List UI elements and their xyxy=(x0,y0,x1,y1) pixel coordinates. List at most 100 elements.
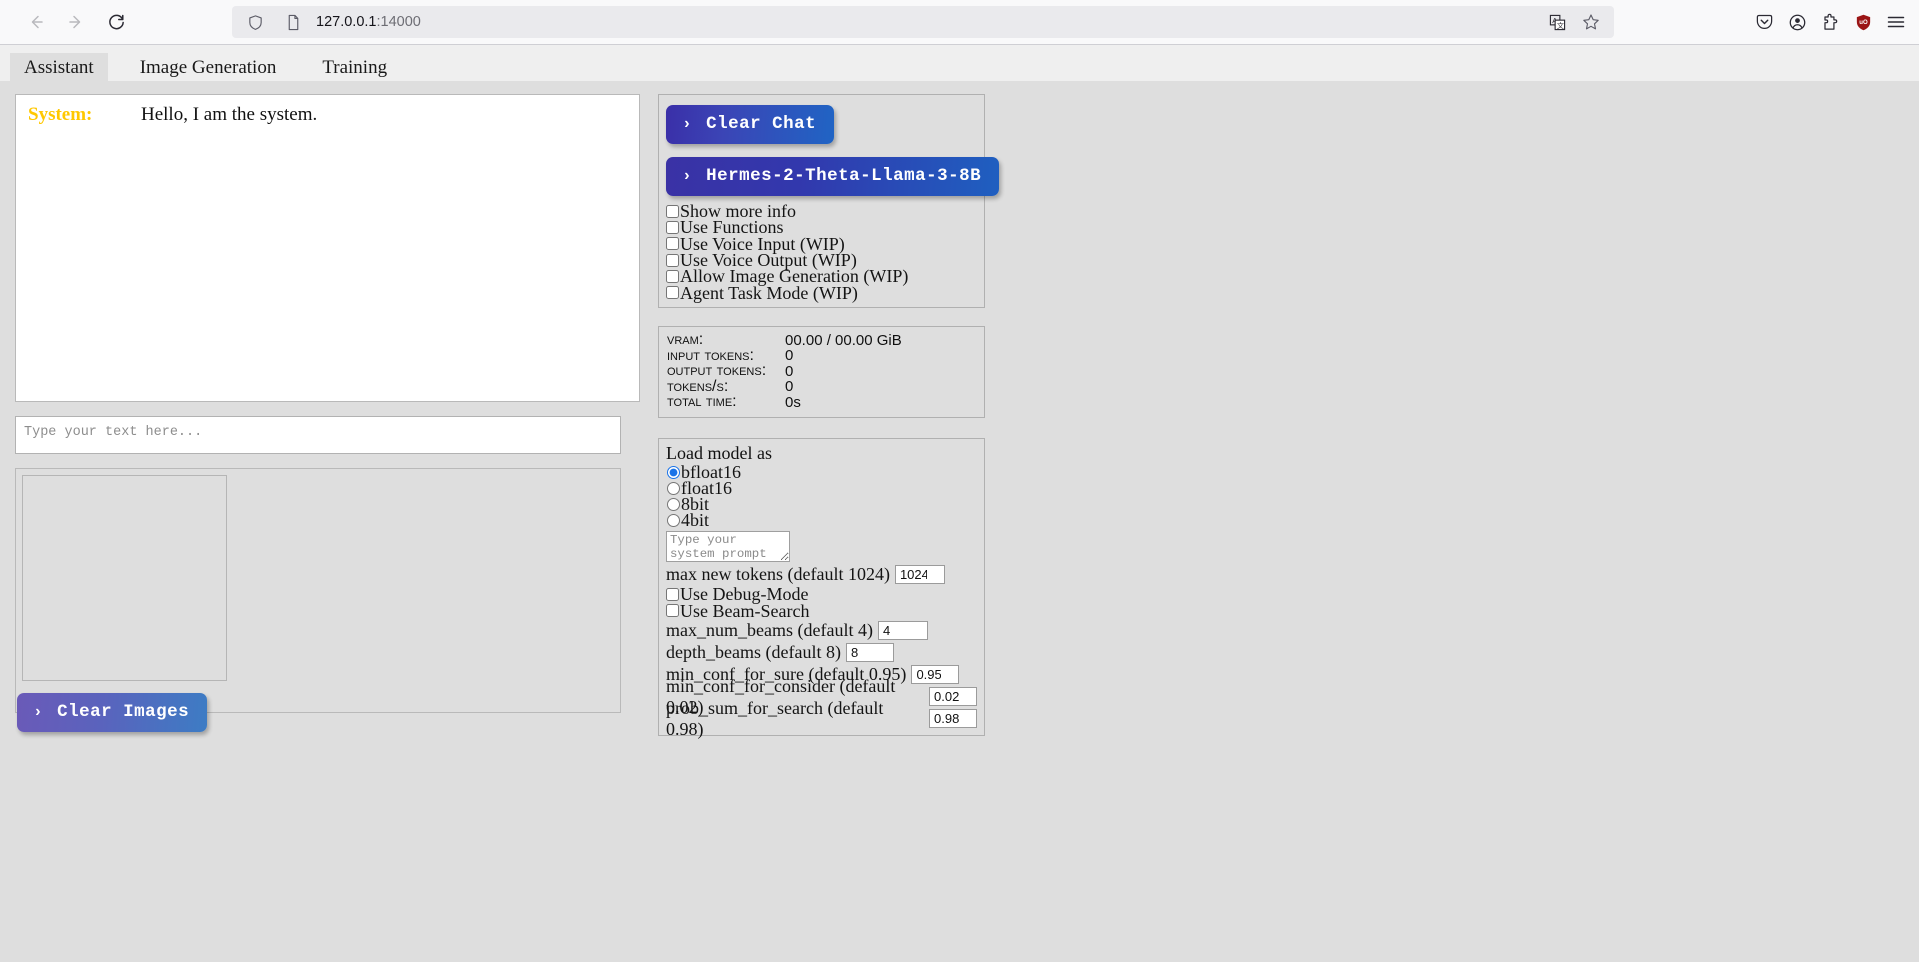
option-agent-task-mode-checkbox[interactable] xyxy=(666,286,679,300)
chevron-right-icon: › xyxy=(33,703,44,721)
translate-icon[interactable]: A文 xyxy=(1542,7,1572,37)
param-prob-sum-for-search: prob_sum_for_search (default 0.98) xyxy=(666,698,977,739)
precision-4bit-label[interactable]: 4bit xyxy=(681,510,709,531)
page-icon[interactable] xyxy=(278,7,308,37)
param-max-num-beams-input[interactable] xyxy=(877,621,928,641)
option-use-voice-input-checkbox[interactable] xyxy=(666,237,679,251)
url-host: 127.0.0.1 xyxy=(316,14,377,30)
forward-arrow-icon xyxy=(67,13,85,31)
page-root: Assistant Image Generation Training Syst… xyxy=(0,45,1919,962)
param-depth-beams: depth_beams (default 8) xyxy=(666,642,977,663)
chat-message-text: Hello, I am the system. xyxy=(141,104,318,125)
clear-chat-label: Clear Chat xyxy=(706,114,817,134)
chat-message: System: Hello, I am the system. xyxy=(28,104,627,126)
stat-vram-value: 00.00 / 00.00 GiB xyxy=(785,331,902,349)
conversation-column: System: Hello, I am the system. › Clear … xyxy=(0,94,640,736)
controls-panel: › Clear Chat › Hermes-2-Theta-Llama-3-8B… xyxy=(658,94,1000,308)
option-use-functions-checkbox[interactable] xyxy=(666,220,679,234)
model-name-label: Hermes-2-Theta-Llama-3-8B xyxy=(706,166,982,186)
stat-vram: Vram: 00.00 / 00.00 GiB xyxy=(667,331,976,349)
precision-4bit[interactable]: 4bit xyxy=(666,510,977,531)
precision-4bit-radio[interactable] xyxy=(667,513,680,527)
stat-total-time: Total Time: 0s xyxy=(667,393,976,411)
stat-output-tokens: Output Tokens: 0 xyxy=(667,362,976,380)
tab-image-generation-label: Image Generation xyxy=(139,57,277,78)
chat-speaker-label: System: xyxy=(28,104,93,125)
hamburger-menu-icon[interactable] xyxy=(1881,7,1911,37)
shield-icon[interactable] xyxy=(240,7,270,37)
stat-tokens-per-second-value: 0 xyxy=(785,378,794,396)
tab-training[interactable]: Training xyxy=(308,53,401,85)
tab-bar: Assistant Image Generation Training xyxy=(0,45,1919,85)
back-arrow-icon xyxy=(27,13,45,31)
option-show-more-info-checkbox[interactable] xyxy=(666,204,679,218)
option-allow-image-generation-checkbox[interactable] xyxy=(666,269,679,283)
clear-chat-button[interactable]: › Clear Chat xyxy=(666,105,835,144)
svg-text:uO: uO xyxy=(1859,19,1868,26)
precision-bfloat16-radio[interactable] xyxy=(667,465,680,479)
tab-assistant[interactable]: Assistant xyxy=(10,53,108,85)
settings-column: › Clear Chat › Hermes-2-Theta-Llama-3-8B… xyxy=(640,94,1000,739)
load-model-panel: Load model as bfloat16 float16 8bit 4bit xyxy=(658,438,985,739)
load-model-title: Load model as xyxy=(666,443,772,464)
param-prob-sum-for-search-label: prob_sum_for_search (default 0.98) xyxy=(666,697,884,739)
option-agent-task-mode[interactable]: Agent Task Mode (WIP) xyxy=(666,284,977,302)
star-icon[interactable] xyxy=(1576,7,1606,37)
param-max-num-beams-label: max_num_beams (default 4) xyxy=(666,620,873,641)
pocket-icon[interactable] xyxy=(1749,7,1779,37)
url-text[interactable]: 127.0.0.1:14000 xyxy=(316,14,1534,30)
param-use-beam-search-checkbox[interactable] xyxy=(666,604,679,618)
clear-images-label: Clear Images xyxy=(57,702,190,722)
tab-training-label: Training xyxy=(322,57,388,78)
forward-button[interactable] xyxy=(58,5,94,39)
controls-panel-inner: › Clear Chat › Hermes-2-Theta-Llama-3-8B… xyxy=(659,105,1000,302)
message-input[interactable] xyxy=(15,416,621,454)
account-icon[interactable] xyxy=(1782,7,1812,37)
url-port: :14000 xyxy=(376,14,421,30)
reload-icon xyxy=(107,13,126,32)
param-min-conf-for-consider-input[interactable] xyxy=(929,687,977,707)
clear-images-button[interactable]: › Clear Images xyxy=(17,693,208,732)
tab-image-generation[interactable]: Image Generation xyxy=(126,53,291,85)
param-use-beam-search[interactable]: Use Beam-Search xyxy=(666,602,977,620)
svg-text:文: 文 xyxy=(1556,20,1563,29)
clear-images-wrap: › Clear Images xyxy=(17,693,208,732)
option-agent-task-mode-label[interactable]: Agent Task Mode (WIP) xyxy=(680,284,858,302)
precision-8bit-radio[interactable] xyxy=(667,497,680,511)
stat-total-time-value: 0s xyxy=(785,393,801,411)
extensions-icon[interactable] xyxy=(1815,7,1845,37)
chat-history: System: Hello, I am the system. xyxy=(15,94,640,402)
stat-total-time-label: Total Time: xyxy=(667,393,737,411)
image-attachments-panel: › Clear Images xyxy=(15,468,621,732)
param-use-beam-search-label[interactable]: Use Beam-Search xyxy=(680,602,809,620)
stats-panel: Vram: 00.00 / 00.00 GiB Input Tokens: 0 … xyxy=(658,325,985,419)
tab-assistant-label: Assistant xyxy=(24,57,94,78)
image-drop-slot[interactable] xyxy=(22,475,227,681)
reload-button[interactable] xyxy=(98,5,134,39)
address-bar-actions: A文 xyxy=(1542,7,1606,37)
param-prob-sum-for-search-input[interactable] xyxy=(929,709,977,729)
navigation-buttons xyxy=(18,5,134,39)
address-bar[interactable]: 127.0.0.1:14000 A文 xyxy=(232,6,1614,38)
model-select-button[interactable]: › Hermes-2-Theta-Llama-3-8B xyxy=(666,157,1000,196)
option-use-voice-output-checkbox[interactable] xyxy=(666,253,679,267)
chevron-right-icon: › xyxy=(682,167,693,185)
stat-input-tokens-value: 0 xyxy=(785,347,794,365)
param-max-num-beams: max_num_beams (default 4) xyxy=(666,620,977,641)
browser-toolbar-actions: uO xyxy=(1749,7,1911,37)
stat-output-tokens-value: 0 xyxy=(785,362,794,380)
param-max-new-tokens: max new tokens (default 1024) xyxy=(666,564,977,584)
param-max-new-tokens-input[interactable] xyxy=(894,564,945,584)
system-prompt-input[interactable] xyxy=(666,531,790,563)
param-use-debug-mode-checkbox[interactable] xyxy=(666,587,679,601)
back-button[interactable] xyxy=(18,5,54,39)
browser-toolbar: 127.0.0.1:14000 A文 uO xyxy=(0,0,1919,45)
param-depth-beams-label: depth_beams (default 8) xyxy=(666,642,841,663)
ublock-origin-icon[interactable]: uO xyxy=(1848,7,1878,37)
main-content: System: Hello, I am the system. › Clear … xyxy=(0,82,1919,739)
precision-float16[interactable]: float16 xyxy=(666,478,977,498)
param-max-new-tokens-label: max new tokens (default 1024) xyxy=(666,563,890,584)
chevron-right-icon: › xyxy=(682,115,693,133)
param-depth-beams-input[interactable] xyxy=(845,643,894,663)
precision-float16-radio[interactable] xyxy=(667,481,680,495)
